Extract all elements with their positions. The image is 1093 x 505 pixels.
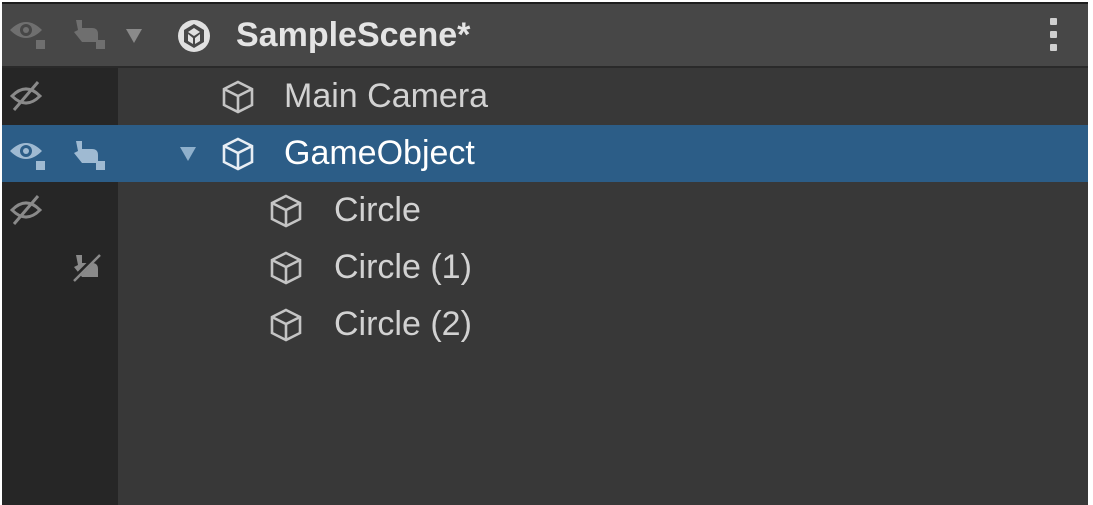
visibility-controls (6, 194, 116, 228)
foldout-arrow[interactable] (180, 147, 196, 161)
scene-name: SampleScene* (236, 16, 471, 54)
scene-visibility-controls (6, 16, 116, 50)
eye-hidden-icon[interactable] (8, 80, 48, 114)
visibility-controls (6, 251, 116, 285)
hierarchy-panel: SampleScene* Main Camera GameObject Circ… (2, 2, 1088, 505)
item-label: GameObject (284, 134, 475, 172)
hierarchy-item-circle-2[interactable]: Circle (2) (2, 296, 1088, 353)
pickable-hand-icon[interactable] (68, 16, 108, 50)
cube-icon (222, 80, 254, 114)
eye-icon[interactable] (8, 16, 48, 50)
hierarchy-item-gameobject[interactable]: GameObject (2, 125, 1088, 182)
pickable-hand-icon[interactable] (68, 137, 108, 171)
kebab-menu-icon[interactable] (1048, 18, 1058, 52)
scene-row[interactable]: SampleScene* (2, 4, 1088, 68)
visibility-controls (6, 80, 116, 114)
cube-icon (270, 308, 302, 342)
cube-icon (270, 251, 302, 285)
hierarchy-item-main-camera[interactable]: Main Camera (2, 68, 1088, 125)
eye-icon[interactable] (8, 137, 48, 171)
item-label: Circle (1) (334, 248, 472, 286)
item-label: Circle (2) (334, 305, 472, 343)
hierarchy-item-circle-1[interactable]: Circle (1) (2, 239, 1088, 296)
item-label: Main Camera (284, 77, 489, 115)
item-label: Circle (334, 191, 421, 229)
eye-hidden-icon[interactable] (8, 194, 48, 228)
unity-scene-icon (178, 20, 210, 52)
scene-foldout-arrow[interactable] (126, 29, 142, 43)
visibility-controls (6, 137, 116, 171)
cube-icon (222, 137, 254, 171)
pickable-disabled-icon[interactable] (68, 251, 108, 285)
hierarchy-item-circle[interactable]: Circle (2, 182, 1088, 239)
cube-icon (270, 194, 302, 228)
